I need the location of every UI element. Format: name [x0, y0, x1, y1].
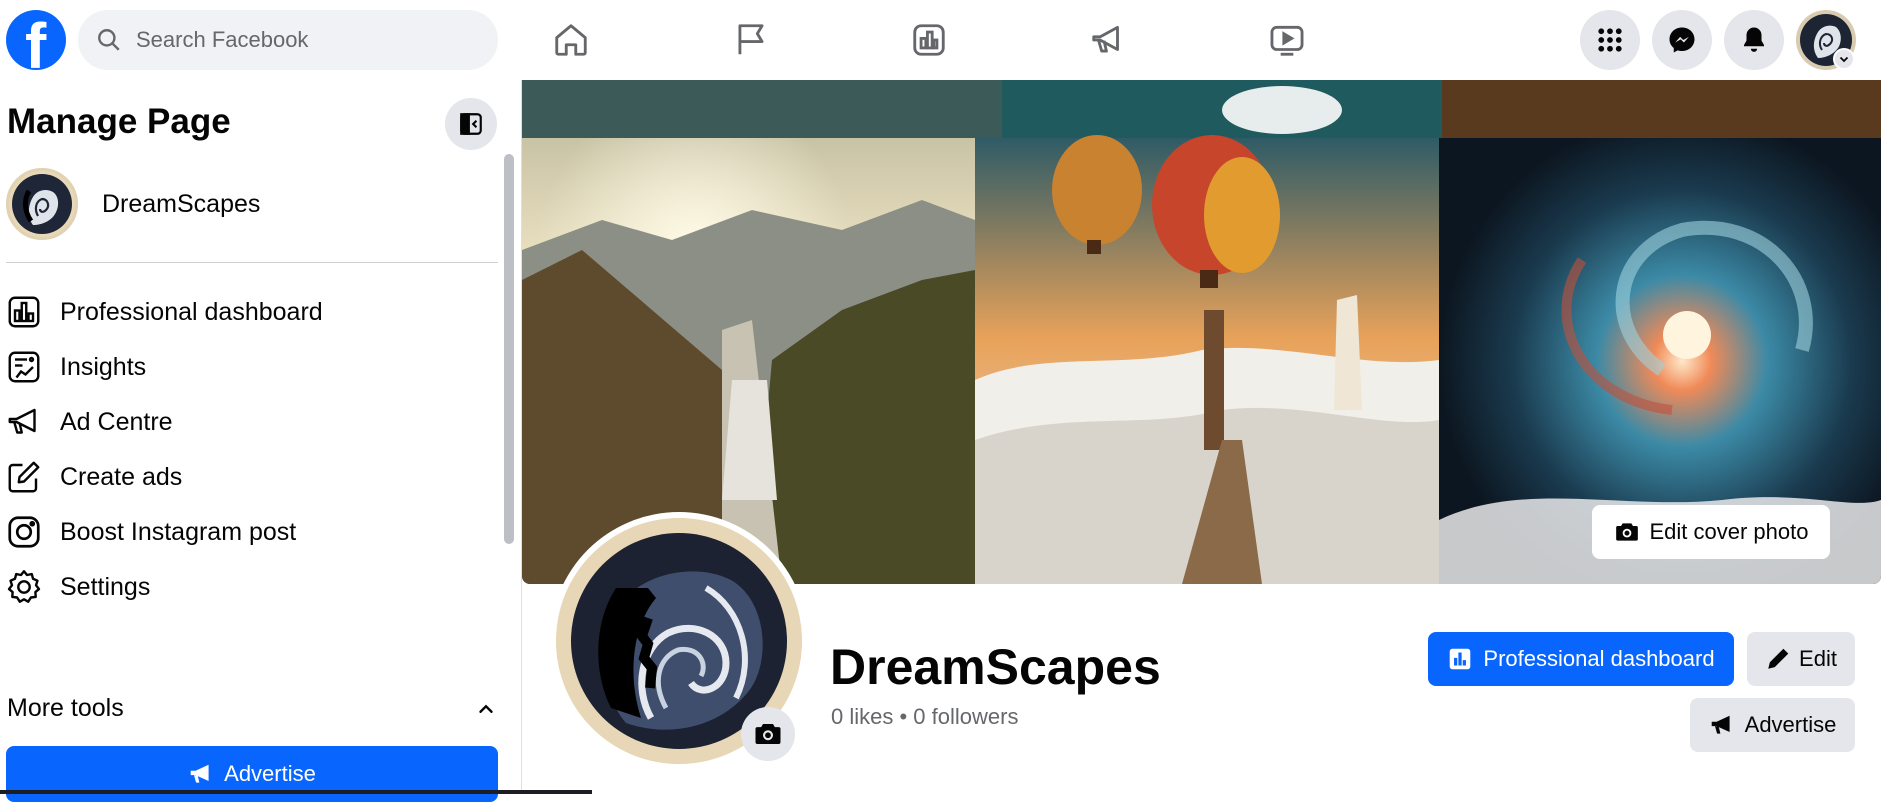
dashboard-icon	[913, 24, 945, 56]
sidebar-item-professional-dashboard[interactable]: Professional dashboard	[6, 286, 498, 338]
video-icon	[1270, 25, 1304, 56]
facebook-logo-letter: f	[25, 10, 47, 70]
nav-ads-button[interactable]	[1084, 16, 1132, 64]
sidebar-item-label: Professional dashboard	[60, 297, 323, 326]
more-tools-toggle[interactable]: More tools	[7, 694, 497, 723]
camera-icon	[755, 724, 781, 744]
notifications-button[interactable]	[1724, 10, 1784, 70]
sidebar-item-label: Insights	[60, 352, 147, 381]
sidebar-scrollbar[interactable]	[504, 154, 514, 544]
sidebar-item-create-ads[interactable]: Create ads	[6, 451, 498, 503]
sidebar-item-label: Boost Instagram post	[60, 517, 297, 546]
sidebar-divider	[6, 262, 498, 263]
menu-grid-icon	[1598, 28, 1622, 52]
pencil-icon	[8, 461, 40, 493]
search-icon	[98, 29, 120, 51]
change-profile-picture-button[interactable]	[741, 707, 795, 761]
edit-cover-photo-label: Edit cover photo	[1649, 519, 1809, 544]
sidebar-toggle-icon	[460, 113, 482, 135]
chevron-up-icon	[479, 704, 493, 713]
top-navigation-bar: f	[0, 0, 1881, 80]
professional-dashboard-label: Professional dashboard	[1483, 646, 1715, 671]
megaphone-icon	[8, 408, 36, 434]
sidebar-item-settings[interactable]: Settings	[6, 561, 498, 613]
sidebar-page-name: DreamScapes	[102, 189, 261, 218]
gear-icon	[7, 570, 41, 603]
camera-icon	[1615, 523, 1638, 541]
search-bar[interactable]	[78, 10, 498, 70]
edit-cover-photo-button[interactable]: Edit cover photo	[1592, 505, 1830, 559]
advertise-label: Advertise	[1744, 712, 1837, 737]
sidebar-item-insights[interactable]: Insights	[6, 341, 498, 393]
sidebar-item-boost-instagram-post[interactable]: Boost Instagram post	[6, 506, 498, 558]
edit-label: Edit	[1799, 646, 1837, 671]
chevron-down-icon	[1839, 56, 1849, 63]
manage-page-sidebar: Manage Page DreamScapes Professional das…	[0, 80, 522, 802]
professional-dashboard-button[interactable]: Professional dashboard	[1428, 632, 1734, 686]
sidebar-item-ad-centre[interactable]: Ad Centre	[6, 396, 498, 448]
sidebar-item-label: Settings	[60, 572, 151, 601]
account-menu-badge[interactable]	[1833, 48, 1855, 70]
advertise-label: Advertise	[224, 761, 316, 786]
nav-pages-button[interactable]	[727, 16, 775, 64]
search-input[interactable]	[136, 27, 456, 53]
sidebar-title: Manage Page	[7, 102, 231, 141]
advertise-button[interactable]: Advertise	[1690, 698, 1855, 752]
bell-icon	[1744, 27, 1764, 52]
messenger-button[interactable]	[1652, 10, 1712, 70]
megaphone-icon	[190, 764, 209, 783]
collapse-sidebar-button[interactable]	[445, 98, 497, 150]
megaphone-icon	[1711, 715, 1730, 734]
page-avatar	[6, 168, 78, 240]
sidebar-item-label: Create ads	[60, 462, 183, 491]
facebook-logo[interactable]: f	[6, 10, 66, 70]
nav-dashboard-button[interactable]	[905, 16, 953, 64]
insights-icon	[8, 351, 40, 383]
page-stats: 0 likes • 0 followers	[831, 704, 1019, 729]
messenger-icon	[1669, 27, 1695, 53]
bottom-edge-bar	[0, 790, 592, 794]
page-title: DreamScapes	[830, 639, 1161, 695]
home-icon	[555, 24, 587, 56]
flag-icon	[738, 24, 764, 55]
more-tools-label: More tools	[7, 694, 124, 722]
dashboard-icon	[8, 296, 40, 328]
dashboard-icon	[1450, 648, 1471, 670]
megaphone-icon	[1092, 25, 1119, 53]
menu-button[interactable]	[1580, 10, 1640, 70]
instagram-icon	[8, 516, 40, 548]
pencil-icon	[1768, 648, 1789, 669]
sidebar-page-profile[interactable]: DreamScapes	[6, 168, 260, 240]
page-avatar-image	[12, 174, 72, 234]
nav-home-button[interactable]	[547, 16, 595, 64]
sidebar-item-label: Ad Centre	[60, 407, 173, 436]
edit-page-button[interactable]: Edit	[1747, 632, 1855, 686]
nav-video-button[interactable]	[1263, 16, 1311, 64]
